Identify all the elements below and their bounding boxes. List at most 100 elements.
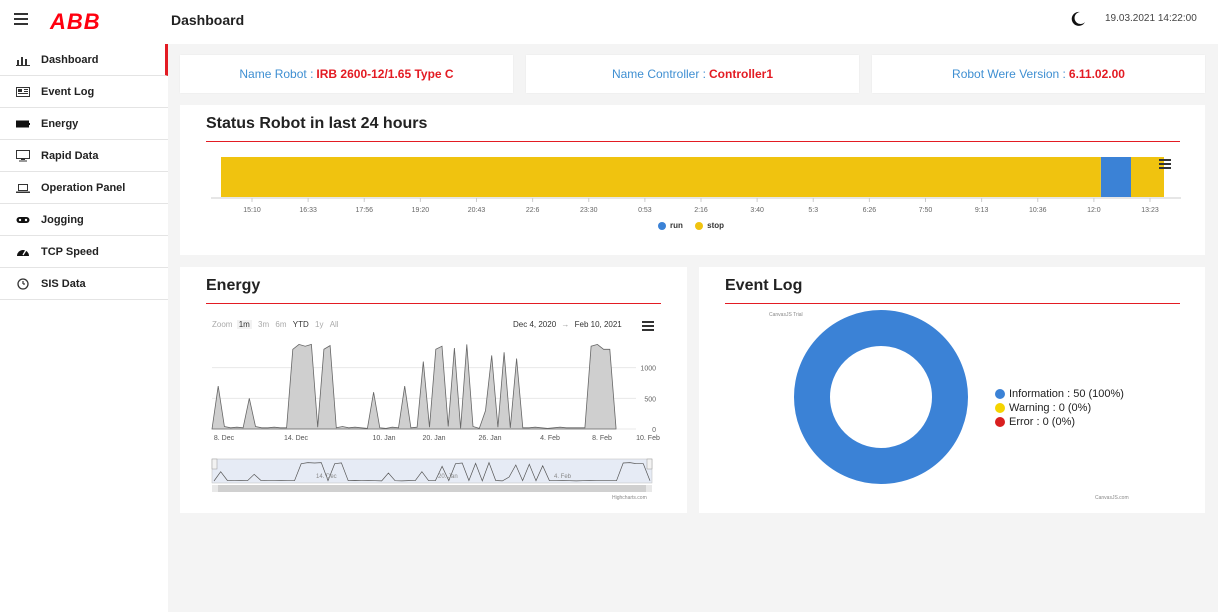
energy-navigator-tick-label: 14. Dec — [316, 474, 337, 480]
energy-y-tick-label: 500 — [644, 396, 656, 403]
controller-name-value: Controller1 — [709, 67, 774, 81]
abb-logo: ABB — [50, 9, 101, 34]
status-x-tick-label: 13:23 — [1141, 207, 1159, 214]
energy-x-tick-label: 10. Jan — [373, 435, 396, 442]
energy-x-tick-label: 8. Feb — [592, 435, 612, 442]
robot-version-label: Robot Were Version : — [952, 67, 1066, 81]
status-x-tick-label: 7:50 — [919, 207, 933, 214]
navigator-right-handle[interactable] — [646, 458, 653, 470]
status-panel-divider — [206, 141, 1180, 142]
status-x-tick-label: 20:43 — [468, 207, 486, 214]
run-legend-label[interactable]: run — [670, 221, 683, 230]
event-log-panel-title: Event Log — [725, 277, 803, 294]
sidebar-item-rapid-data[interactable]: Rapid Data — [0, 140, 168, 172]
battery-icon — [16, 118, 30, 130]
status-panel-title: Status Robot in last 24 hours — [206, 115, 428, 132]
status-legend: run stop — [658, 221, 724, 230]
robot-version-card: Robot Were Version : 6.11.02.00 — [872, 55, 1205, 93]
controller-name-label: Name Controller : — [611, 67, 706, 81]
event-legend: Information : 50 (100%) Warning : 0 (0%)… — [995, 387, 1124, 429]
navigator-scrollbar-thumb[interactable] — [218, 485, 646, 492]
sidebar-item-sis-data[interactable]: SIS Data — [0, 268, 168, 300]
energy-x-tick-label: 26. Jan — [479, 435, 502, 442]
gamepad-icon — [16, 214, 30, 226]
robot-name-value: IRB 2600-12/1.65 Type C — [316, 67, 454, 81]
status-chart-menu-icon[interactable] — [1159, 159, 1171, 169]
hamburger-menu-icon[interactable] — [14, 13, 28, 27]
energy-panel-title: Energy — [206, 277, 261, 294]
status-bar-stop[interactable] — [221, 157, 1101, 197]
robot-name-label: Name Robot : — [239, 67, 314, 81]
sidebar-item-event-log[interactable]: Event Log — [0, 76, 168, 108]
status-panel: Status Robot in last 24 hours 15:10 16:33… — [180, 105, 1205, 255]
status-x-tick-label: 19:20 — [412, 207, 430, 214]
sidebar-item-dashboard[interactable]: Dashboard — [0, 44, 168, 76]
information-legend-label: Information : 50 (100%) — [1009, 388, 1124, 400]
energy-x-tick-label: 4. Feb — [540, 435, 560, 442]
status-x-tick-label: 6:26 — [863, 207, 877, 214]
event-log-panel: Event Log CanvasJS Trial Information : 5… — [699, 267, 1205, 513]
speedometer-icon — [16, 246, 30, 258]
energy-navigator-tick-label: 4. Feb — [554, 474, 572, 480]
status-x-tick-label: 2:16 — [694, 207, 708, 214]
sidebar-item-label: Operation Panel — [41, 181, 126, 194]
energy-y-tick-label: 1000 — [640, 366, 656, 373]
sidebar-item-label: TCP Speed — [41, 245, 99, 258]
sidebar-item-jogging[interactable]: Jogging — [0, 204, 168, 236]
run-legend-dot — [658, 221, 666, 230]
event-log-panel-divider — [725, 303, 1180, 304]
log-icon — [16, 86, 30, 98]
stop-legend-label[interactable]: stop — [707, 221, 724, 230]
energy-area-series[interactable] — [211, 343, 617, 430]
top-bar: ABB Dashboard 19.03.2021 14:22:00 — [0, 0, 1218, 44]
clock-icon — [16, 277, 30, 290]
legend-item-warning[interactable]: Warning : 0 (0%) — [995, 401, 1124, 415]
robot-version-value: 6.11.02.00 — [1068, 67, 1125, 81]
error-legend-dot — [995, 417, 1005, 427]
status-x-tick-label: 12:0 — [1087, 207, 1101, 214]
status-x-tick-label: 23:30 — [580, 207, 598, 214]
canvasjs-credit[interactable]: CanvasJS.com — [1095, 495, 1129, 501]
energy-x-tick-label: 8. Dec — [214, 435, 235, 442]
event-donut-chart — [794, 310, 968, 484]
donut-slice-information[interactable] — [794, 310, 968, 484]
status-x-tick-label: 22:6 — [526, 207, 540, 214]
page-title: Dashboard — [171, 12, 245, 28]
legend-item-information[interactable]: Information : 50 (100%) — [995, 387, 1124, 401]
sidebar: Dashboard Event Log Energy Rapid Data Op… — [0, 44, 168, 612]
energy-chart: 0 500 1000 8. Dec 14. Dec 10. Jan 20. Jan 26. J… — [211, 343, 660, 492]
energy-panel: Energy Zoom 1m 3m 6m YTD 1y All Dec 4, 2… — [180, 267, 687, 513]
dark-mode-moon-icon[interactable] — [1070, 11, 1086, 27]
energy-x-tick-label: 20. Jan — [423, 435, 446, 442]
sidebar-item-energy[interactable]: Energy — [0, 108, 168, 140]
energy-panel-divider — [206, 303, 661, 304]
energy-x-tick-label: 14. Dec — [284, 435, 309, 442]
energy-navigator-tick-label: 20. Jan — [438, 474, 458, 480]
laptop-icon — [16, 182, 30, 194]
status-x-tick-label: 3:40 — [750, 207, 764, 214]
navigator-left-handle[interactable] — [211, 458, 218, 470]
status-bar-run[interactable] — [1100, 157, 1131, 197]
status-x-tick-label: 15:10 — [243, 207, 261, 214]
sidebar-item-tcp-speed[interactable]: TCP Speed — [0, 236, 168, 268]
legend-item-error[interactable]: Error : 0 (0%) — [995, 415, 1124, 429]
error-legend-label: Error : 0 (0%) — [1009, 416, 1076, 428]
sidebar-item-label: Jogging — [41, 213, 84, 226]
monitor-icon — [16, 149, 30, 162]
warning-legend-dot — [995, 403, 1005, 413]
status-x-tick-label: 9:13 — [975, 207, 989, 214]
sidebar-item-label: Rapid Data — [41, 149, 99, 162]
sidebar-item-label: Energy — [41, 117, 79, 130]
sidebar-item-label: Dashboard — [41, 53, 99, 66]
highcharts-credit[interactable]: Highcharts.com — [612, 495, 647, 501]
status-x-tick-label: 5:3 — [808, 207, 818, 214]
sidebar-item-operation-panel[interactable]: Operation Panel — [0, 172, 168, 204]
bar-chart-icon — [16, 54, 30, 66]
stop-legend-dot — [695, 221, 704, 230]
robot-name-card: Name Robot : IRB 2600-12/1.65 Type C — [180, 55, 513, 93]
energy-x-tick-label: 10. Feb — [636, 435, 660, 442]
status-x-tick-label: 17:56 — [355, 207, 373, 214]
energy-navigator-window[interactable] — [211, 458, 653, 484]
status-x-tick-label: 16:33 — [299, 207, 317, 214]
datetime-display: 19.03.2021 14:22:00 — [1105, 13, 1197, 24]
